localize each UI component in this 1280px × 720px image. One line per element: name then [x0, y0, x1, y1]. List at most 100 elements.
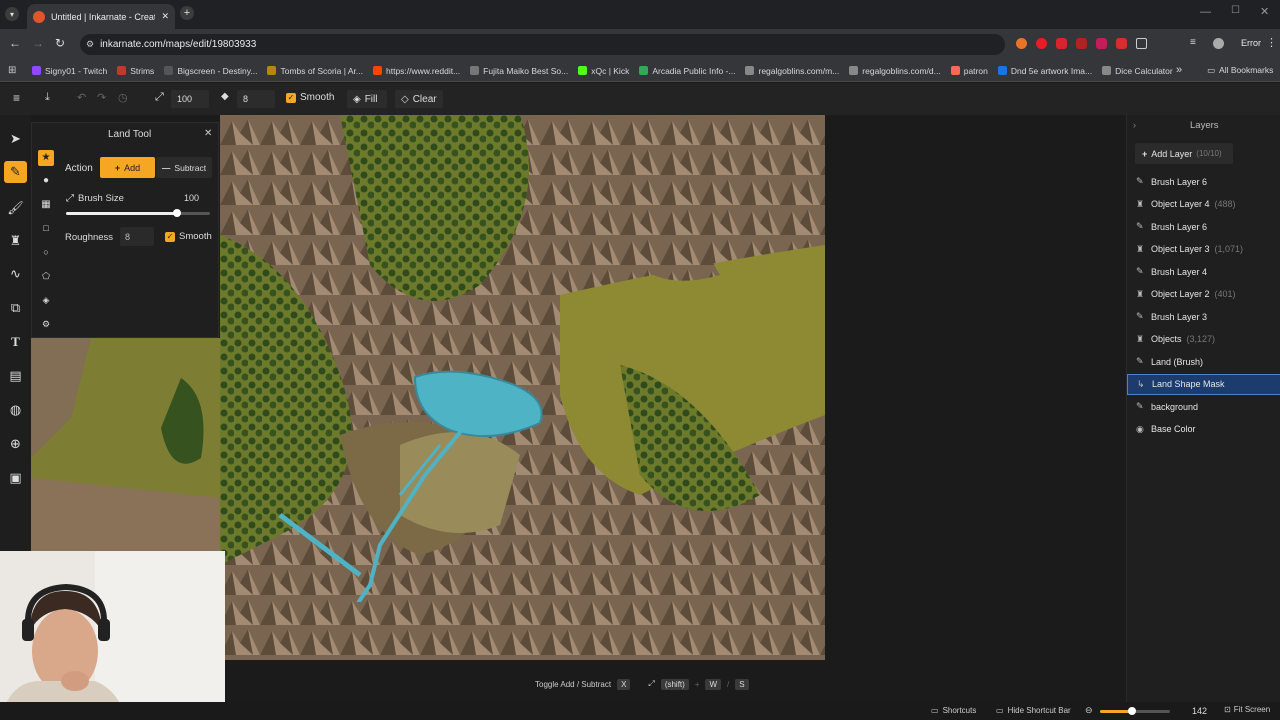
- layer-item[interactable]: ✎ Brush Layer 6: [1127, 216, 1280, 237]
- smooth-toggle[interactable]: ✓ Smooth: [286, 92, 334, 103]
- brush-size-value[interactable]: 100: [184, 193, 199, 203]
- bookmark-item[interactable]: Tombs of Scoria | Ar...: [267, 66, 363, 76]
- bookmark-item[interactable]: Bigscreen - Destiny...: [164, 66, 257, 76]
- layer-item[interactable]: ↳ Land Shape Mask: [1127, 373, 1280, 395]
- history-icon[interactable]: ◷: [118, 91, 128, 104]
- layers-tool-icon[interactable]: ⧉: [4, 297, 27, 319]
- maximize-window-icon[interactable]: ☐: [1231, 5, 1240, 16]
- address-bar[interactable]: ⚙ inkarnate.com/maps/edit/19803933: [80, 34, 1005, 55]
- bookmark-item[interactable]: regalgoblins.com/d...: [849, 66, 941, 76]
- extension-icon[interactable]: [1076, 38, 1087, 49]
- minimize-window-icon[interactable]: —: [1200, 6, 1211, 18]
- smooth-toggle[interactable]: ✓ Smooth: [165, 231, 212, 242]
- close-window-icon[interactable]: ✕: [1260, 5, 1269, 18]
- layer-item[interactable]: ♜ Object Layer 3 (1,071): [1127, 239, 1280, 260]
- smooth-checkbox[interactable]: ✓: [286, 92, 296, 103]
- clear-button[interactable]: ◇ Clear: [395, 90, 443, 108]
- zoom-slider[interactable]: [1100, 707, 1170, 715]
- back-icon[interactable]: ←: [9, 36, 21, 50]
- layer-item[interactable]: ♜ Object Layer 4 (488): [1127, 194, 1280, 215]
- brush-size-input[interactable]: 100: [171, 90, 209, 108]
- extension-icon[interactable]: [1056, 38, 1067, 49]
- layer-item[interactable]: ♜ Objects (3,127): [1127, 329, 1280, 350]
- apps-grid-icon[interactable]: ⊞: [8, 65, 16, 76]
- land-tool-icon[interactable]: ✎: [4, 161, 27, 183]
- select-tool-icon[interactable]: ➤: [4, 128, 27, 150]
- extension-icon[interactable]: [1016, 38, 1027, 49]
- error-label[interactable]: Error: [1241, 38, 1261, 48]
- settings-gear-icon[interactable]: ⚙: [38, 319, 54, 330]
- layer-item[interactable]: ◉ Base Color: [1127, 419, 1280, 440]
- roughness-input[interactable]: 8: [120, 227, 154, 246]
- media-icon[interactable]: ≡: [1190, 37, 1196, 48]
- layer-item[interactable]: ✎ Brush Layer 3: [1127, 306, 1280, 327]
- layer-item[interactable]: ✎ Brush Layer 6: [1127, 171, 1280, 192]
- layer-item[interactable]: ♜ Object Layer 2 (401): [1127, 284, 1280, 305]
- add-layer-button[interactable]: + Add Layer (10/10): [1135, 143, 1233, 164]
- bookmark-item[interactable]: https://www.reddit...: [373, 66, 460, 76]
- globe-icon[interactable]: ◍: [4, 399, 27, 421]
- forward-icon[interactable]: →: [32, 36, 44, 50]
- zoom-slider-knob[interactable]: [1127, 707, 1136, 715]
- tab-menu-button[interactable]: ▾: [5, 7, 19, 21]
- undo-icon[interactable]: ↶: [77, 91, 86, 104]
- circle-shape-icon[interactable]: ○: [38, 247, 54, 257]
- zoom-tool-icon[interactable]: ⊕: [4, 433, 27, 455]
- square-shape-icon[interactable]: □: [38, 223, 54, 233]
- bookmark-item[interactable]: Strims: [117, 66, 154, 76]
- bookmark-item[interactable]: regalgoblins.com/m...: [745, 66, 839, 76]
- layer-item[interactable]: ✎ background: [1127, 396, 1280, 417]
- export-icon[interactable]: ⤓: [45, 91, 50, 104]
- extension-icon[interactable]: [1116, 38, 1127, 49]
- close-tab-icon[interactable]: ✕: [161, 11, 169, 22]
- reload-icon[interactable]: ↻: [55, 36, 65, 50]
- shortcuts-button[interactable]: ▭ Shortcuts: [931, 706, 976, 715]
- browser-tab-bar: ▾ Untitled | Inkarnate - Create Fa ✕ + —…: [0, 0, 1280, 29]
- bookmark-item[interactable]: Arcadia Public Info -...: [639, 66, 735, 76]
- brush-size-slider-knob[interactable]: [172, 209, 181, 217]
- map-canvas[interactable]: [220, 115, 825, 660]
- brush-size-slider[interactable]: [66, 209, 210, 217]
- more-bookmarks-icon[interactable]: »: [1176, 64, 1182, 76]
- polygon-shape-icon[interactable]: ⬠: [38, 271, 54, 282]
- bookmark-item[interactable]: Dice Calculator: [1102, 66, 1173, 76]
- bookmark-item[interactable]: Fujita Maiko Best So...: [470, 66, 568, 76]
- smooth-checkbox[interactable]: ✓: [165, 231, 175, 242]
- key-s: S: [735, 678, 749, 690]
- redo-icon[interactable]: ↷: [97, 91, 106, 104]
- grid-brush-icon[interactable]: ▦: [38, 199, 54, 210]
- subtract-button[interactable]: — Subtract: [156, 157, 212, 178]
- browser-tab[interactable]: Untitled | Inkarnate - Create Fa ✕: [27, 4, 175, 29]
- puzzle-icon[interactable]: [1136, 38, 1147, 49]
- notes-tool-icon[interactable]: ▤: [4, 365, 27, 387]
- bookmark-item[interactable]: xQc | Kick: [578, 66, 629, 76]
- circle-brush-icon[interactable]: ●: [38, 175, 54, 186]
- bookmark-item[interactable]: patron: [950, 66, 988, 76]
- profile-icon[interactable]: [1213, 38, 1224, 49]
- paint-brush-tool-icon[interactable]: 🖌: [4, 197, 27, 219]
- menu-dots-icon[interactable]: ⋮: [1266, 36, 1277, 49]
- path-tool-icon[interactable]: ∿: [4, 263, 27, 285]
- fill-button[interactable]: ◈ Fill: [347, 90, 387, 108]
- hamburger-menu-icon[interactable]: ≡: [13, 91, 20, 105]
- fill-bucket-icon[interactable]: ◈: [38, 295, 54, 306]
- add-button[interactable]: + Add: [100, 157, 155, 178]
- extension-icon[interactable]: [1036, 38, 1047, 49]
- site-info-icon[interactable]: ⚙: [86, 39, 94, 50]
- roughness-input[interactable]: 8: [237, 90, 275, 108]
- all-bookmarks-button[interactable]: ▭ All Bookmarks: [1207, 65, 1273, 76]
- layer-item[interactable]: ✎ Land (Brush): [1127, 351, 1280, 372]
- text-tool-icon[interactable]: T: [4, 331, 27, 353]
- layer-item[interactable]: ✎ Brush Layer 4: [1127, 261, 1280, 282]
- bookmark-item[interactable]: Signy01 - Twitch: [32, 66, 107, 76]
- bookmark-item[interactable]: Dnd 5e artwork Ima...: [997, 66, 1092, 76]
- fit-screen-button[interactable]: ⊡ Fit Screen: [1224, 705, 1270, 714]
- extension-icon[interactable]: [1096, 38, 1107, 49]
- new-tab-button[interactable]: +: [180, 6, 194, 20]
- stamp-tool-icon[interactable]: ♜: [4, 230, 27, 252]
- hide-shortcut-bar-button[interactable]: ▭ Hide Shortcut Bar: [996, 706, 1071, 715]
- collapse-panel-icon[interactable]: ›: [1133, 120, 1136, 130]
- close-panel-icon[interactable]: ✕: [204, 128, 212, 139]
- save-icon[interactable]: ▣: [4, 467, 27, 489]
- star-brush-icon[interactable]: ★: [38, 150, 54, 166]
